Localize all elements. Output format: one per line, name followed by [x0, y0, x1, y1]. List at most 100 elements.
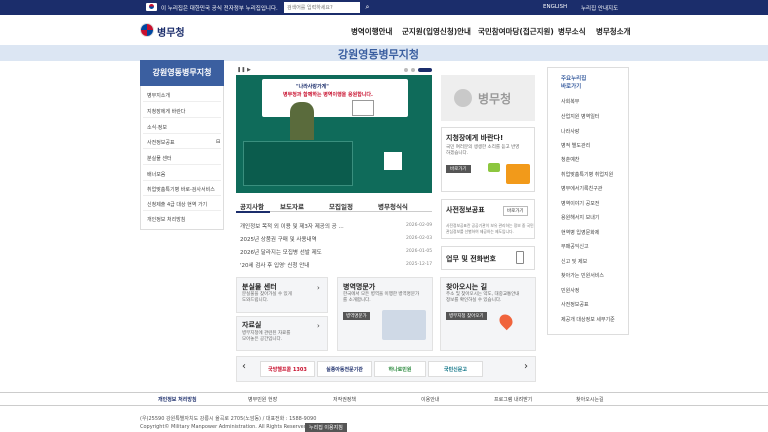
- gnb-item-2[interactable]: 군지원(입영신청)안내: [402, 26, 471, 37]
- phone-icon: [516, 251, 524, 264]
- contact-title: 업무 및 전화번호: [446, 255, 496, 263]
- footer-nav: [0, 392, 768, 406]
- quick-link-16[interactable]: 제공개 대상정보 세부기준: [561, 316, 615, 323]
- flag-image: [352, 100, 374, 116]
- lnb-item-7[interactable]: 취업맞춤특기병 바로-검사서비스: [147, 186, 215, 193]
- news-item-4[interactable]: '20세 검사 후 입영' 신청 안내: [240, 261, 370, 269]
- disclosure-title: 사전정보공표: [446, 206, 485, 214]
- partner-next-icon[interactable]: ›: [524, 361, 528, 372]
- mma-logo-text: 병무청: [478, 92, 512, 106]
- news-date-3: 2026-01-05: [406, 249, 433, 254]
- lnb-item-9[interactable]: 개인정보 처리방침: [147, 216, 185, 223]
- merit-button[interactable]: 병역명문가: [343, 312, 370, 320]
- partner-banner-4[interactable]: 국민신문고: [428, 361, 483, 377]
- quick-links-head2: 바로가기: [561, 84, 582, 90]
- expand-icon[interactable]: ⊟: [216, 139, 220, 145]
- lnb-item-4[interactable]: 사전정보공표: [147, 139, 175, 146]
- banner-card: [262, 79, 408, 117]
- tile-lost-desc2: 도와드립니다.: [242, 298, 269, 303]
- chief-button[interactable]: 바로가기: [446, 165, 471, 173]
- tab-press[interactable]: 보도자료: [280, 201, 304, 211]
- quick-link-1[interactable]: 사회복무: [561, 98, 579, 105]
- banner-dot-2[interactable]: [411, 68, 415, 72]
- quick-links-head1: 주요누리집: [561, 76, 587, 82]
- site-logo[interactable]: 병무청: [140, 22, 188, 39]
- tile-merit-title: 병역명문가: [343, 283, 376, 291]
- gnb-item-4[interactable]: 병무소식: [558, 26, 586, 37]
- tab-schedule[interactable]: 모집일정: [329, 201, 353, 211]
- news-item-1[interactable]: 개인정보 목적 외 이용 및 제3자 제공의 공 ...: [240, 222, 370, 230]
- partner-banner-1[interactable]: 국방헬프콜 1303: [260, 361, 315, 377]
- banner-dot-active[interactable]: [418, 68, 432, 72]
- footer-link-download[interactable]: 프로그램 내려받기: [494, 396, 532, 403]
- news-item-2[interactable]: 2025년 상품권 구매 및 사용내역: [240, 235, 370, 243]
- quick-link-10[interactable]: 현역병 입영문화제: [561, 229, 599, 236]
- tab-notice[interactable]: 공지사항: [240, 201, 264, 211]
- news-date-2: 2026-02-03: [406, 236, 433, 241]
- quick-link-7[interactable]: 병무에서기록친구관: [561, 185, 602, 192]
- english-link[interactable]: ENGLISH: [543, 4, 567, 10]
- quick-link-15[interactable]: 사전정보공표: [561, 301, 589, 308]
- partner-banner-2[interactable]: 실종아동전문기관: [317, 361, 372, 377]
- disclosure-desc2: 관심정보를 선별하여 제공하는 제도입니다.: [446, 229, 514, 234]
- footer-link-charter[interactable]: 병무민원 헌장: [248, 396, 277, 403]
- quick-link-5[interactable]: 청춘예찬: [561, 156, 579, 163]
- top-utility-bar: 이 누리집은 대한민국 공식 전자정부 누리집입니다. ⌕ ENGLISH 누리…: [0, 0, 768, 15]
- footer-link-privacy[interactable]: 개인정보 처리방침: [158, 396, 197, 403]
- search-icon[interactable]: ⌕: [361, 2, 374, 13]
- local-nav-title: 강원영동병무지청: [140, 60, 224, 86]
- quick-link-8[interactable]: 병역이야기 공모전: [561, 200, 599, 207]
- footer-link-usage[interactable]: 이용안내: [421, 396, 439, 403]
- lnb-item-2[interactable]: 지청장에게 바란다: [147, 108, 185, 115]
- banner-next-icon[interactable]: ▶: [247, 67, 251, 73]
- banner-dot-1[interactable]: [404, 68, 408, 72]
- gnb-item-5[interactable]: 병무청소개: [596, 26, 631, 37]
- gnb-item-3[interactable]: 국민참여마당(접근지원): [478, 26, 554, 37]
- quick-link-4[interactable]: 병적 별도관리: [561, 142, 590, 149]
- partner-prev-icon[interactable]: ‹: [242, 361, 246, 372]
- gov-site-notice: 이 누리집은 대한민국 공식 전자정부 누리집입니다.: [161, 6, 278, 12]
- sitemap-link[interactable]: 누리집 안내지도: [581, 4, 618, 12]
- lnb-item-3[interactable]: 소식·정보: [147, 124, 167, 131]
- monitor-icon: [506, 164, 530, 184]
- gnb-item-1[interactable]: 병역이행안내: [351, 26, 392, 37]
- news-date-1: 2026-02-09: [406, 223, 433, 228]
- active-tab-indicator: [236, 211, 270, 213]
- lnb-item-1[interactable]: 병무지소개: [147, 92, 170, 99]
- quick-link-9[interactable]: 용원해서지 보내기: [561, 214, 599, 221]
- quick-link-2[interactable]: 산업지원 병역일터: [561, 113, 599, 120]
- soldier-image: [290, 102, 314, 140]
- chevron-right-icon: ›: [317, 284, 320, 292]
- partner-banner-3[interactable]: 하나로민원: [374, 361, 426, 377]
- lnb-item-5[interactable]: 분실물 센터: [147, 155, 172, 162]
- quick-link-12[interactable]: 신고 및 제보: [561, 258, 587, 265]
- banner-pause-icon[interactable]: ❚❚: [237, 67, 245, 73]
- chief-desc2: 하겠습니다.: [446, 151, 469, 156]
- lnb-item-6[interactable]: 배너모음: [147, 171, 165, 178]
- banner-card-body: 병무청과 함께하는 병역이행을 응원합니다.: [283, 92, 373, 98]
- tile-directions-desc2: 정보를 확인하실 수 있습니다.: [446, 298, 502, 303]
- footer-link-copyright[interactable]: 저작권정책: [333, 396, 356, 403]
- search-input[interactable]: [284, 2, 360, 13]
- quick-link-14[interactable]: 민원사정: [561, 287, 579, 294]
- disclosure-button[interactable]: 바로가기: [503, 206, 528, 216]
- page-title: 강원영동병무지청: [338, 48, 419, 61]
- quick-link-11[interactable]: 부패공익신고: [561, 243, 589, 250]
- lnb-item-8[interactable]: 신청제출 4급 대상 현역 가기: [147, 201, 207, 208]
- quick-link-3[interactable]: 나라사랑: [561, 128, 579, 135]
- footer-copyright: Copyright© Military Manpower Administrat…: [140, 424, 309, 430]
- merit-image: [382, 310, 426, 340]
- footer-link-directions[interactable]: 찾아오시는길: [576, 396, 604, 403]
- qr-code-image: [384, 152, 402, 170]
- footer-guide-button[interactable]: 누리집 이용지침: [305, 423, 347, 432]
- quick-link-6[interactable]: 취업맞춤특기병 취업지원: [561, 171, 613, 178]
- banner-info-panel: [243, 141, 353, 186]
- news-item-3[interactable]: 2026년 달라지는 모집병 선발 제도: [240, 248, 370, 256]
- quick-link-13[interactable]: 찾아가는 민원서비스: [561, 272, 604, 279]
- tab-mma-news[interactable]: 병무청식식: [378, 201, 408, 211]
- tile-directions-title: 찾아오시는 길: [446, 283, 488, 291]
- tile-lost-title: 분실물 센터: [242, 283, 277, 291]
- news-date-4: 2025-12-17: [406, 262, 433, 267]
- banner-card-title: "나라사랑가게": [296, 84, 329, 90]
- directions-button[interactable]: 병무지청 찾아오기: [446, 312, 487, 320]
